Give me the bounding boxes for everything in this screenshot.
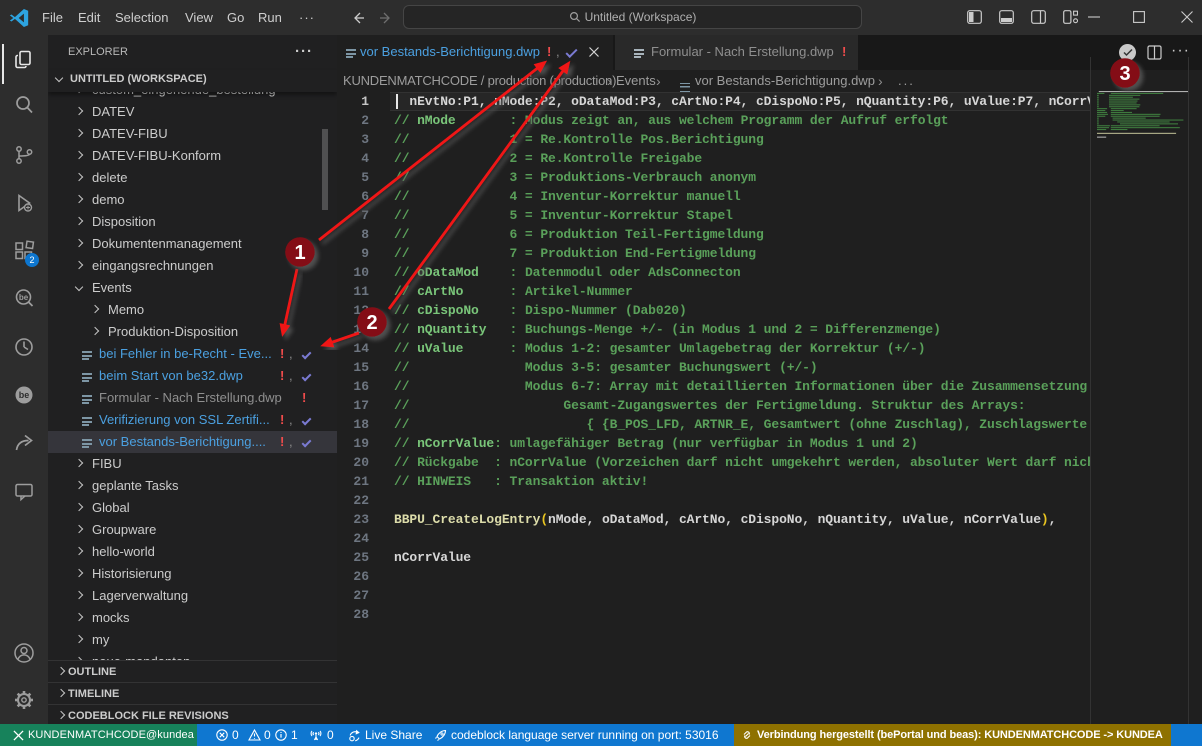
svg-text:be: be xyxy=(19,390,30,400)
svg-text:be: be xyxy=(19,293,29,302)
